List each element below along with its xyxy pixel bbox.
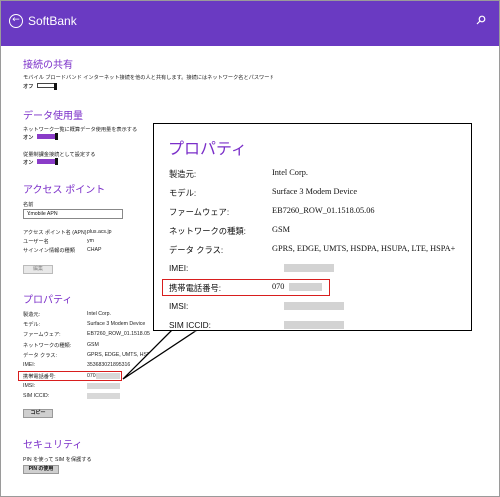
callout-value: GSM — [272, 225, 290, 234]
callout-label: IMSI: — [169, 301, 189, 311]
callout-label: モデル: — [169, 188, 197, 198]
settings-window: ← SoftBank 接続の共有 モバイル ブロードバンド インターネット接続を… — [0, 0, 500, 497]
callout-title: プロパティ — [168, 141, 248, 158]
callout-label: SIM ICCID: — [169, 320, 211, 330]
phone-number-highlight — [162, 279, 330, 296]
callout-value: Surface 3 Modem Device — [272, 187, 358, 196]
callout-label: IMEI: — [169, 263, 189, 273]
callout-value: Intel Corp. — [272, 168, 308, 177]
callout-label: ファームウェア: — [169, 207, 230, 217]
redacted-value — [284, 321, 344, 329]
properties-callout: プロパティ 製造元: Intel Corp. モデル: Surface 3 Mo… — [153, 123, 472, 331]
callout-value: GPRS, EDGE, UMTS, HSDPA, HSUPA, LTE, HSP… — [272, 244, 456, 253]
callout-label: 製造元: — [169, 169, 197, 179]
redacted-value — [284, 302, 344, 310]
callout-label: データ クラス: — [169, 245, 224, 255]
callout-value: EB7260_ROW_01.1518.05.06 — [272, 206, 375, 215]
redacted-value — [284, 264, 334, 272]
callout-label: ネットワークの種類: — [169, 226, 246, 236]
